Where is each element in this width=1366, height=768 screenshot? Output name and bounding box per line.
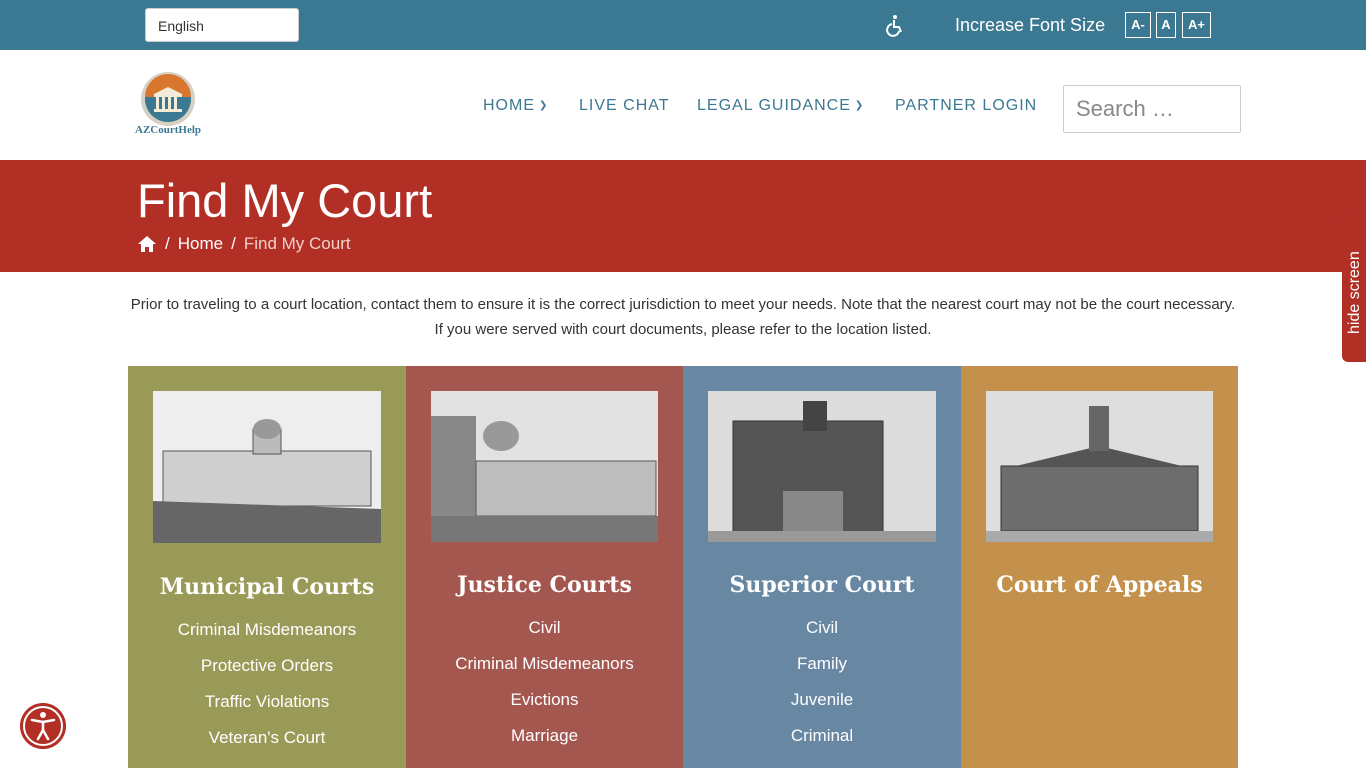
nav-live-chat-label: LIVE CHAT	[579, 97, 670, 114]
list-item[interactable]: Criminal Misdemeanors	[406, 646, 683, 682]
appeals-courthouse-image	[986, 391, 1213, 542]
list-item[interactable]: Civil	[406, 610, 683, 646]
list-item[interactable]: Civil	[683, 610, 961, 646]
superior-court-card[interactable]: Superior Court Civil Family Juvenile Cri…	[683, 366, 961, 768]
hide-screen-tab[interactable]: hide screen	[1342, 212, 1366, 362]
logo-text: AZCourtHelp	[135, 124, 201, 136]
superior-courthouse-image	[708, 391, 936, 542]
wheelchair-icon[interactable]	[884, 13, 908, 37]
font-reset-button[interactable]: A	[1156, 12, 1176, 38]
list-item[interactable]: Family	[683, 646, 961, 682]
search-input[interactable]: Search …	[1063, 85, 1241, 133]
list-item[interactable]: Juvenile	[683, 682, 961, 718]
breadcrumb-separator: /	[165, 234, 170, 253]
list-item[interactable]: Protective Orders	[128, 648, 406, 684]
breadcrumb-current: Find My Court	[243, 234, 351, 253]
accessibility-icon[interactable]	[20, 703, 66, 749]
municipal-courthouse-image	[153, 391, 381, 543]
increase-font-size-label: Increase Font Size	[955, 15, 1106, 35]
list-item[interactable]: Criminal Misdemeanors	[128, 612, 406, 648]
breadcrumb: / Home / Find My Court	[137, 234, 351, 254]
court-of-appeals-card[interactable]: Court of Appeals	[961, 366, 1238, 768]
nav-legal-guidance-label: LEGAL GUIDANCE	[697, 97, 851, 114]
nav-live-chat[interactable]: LIVE CHAT	[579, 97, 670, 115]
nav-home[interactable]: HOME ❯	[483, 97, 548, 115]
list-item[interactable]: Criminal	[683, 718, 961, 754]
breadcrumb-separator: /	[231, 234, 236, 253]
list-item[interactable]: Traffic Violations	[128, 684, 406, 720]
language-select[interactable]: English	[145, 8, 299, 42]
card-title[interactable]: Superior Court	[683, 572, 961, 598]
justice-courthouse-image	[431, 391, 658, 542]
breadcrumb-home-link[interactable]: Home	[178, 234, 223, 254]
nav-home-label: HOME	[483, 97, 535, 114]
card-title[interactable]: Municipal Courts	[128, 574, 406, 600]
card-title[interactable]: Court of Appeals	[961, 572, 1238, 598]
chevron-down-icon: ❯	[854, 100, 865, 111]
card-title[interactable]: Justice Courts	[406, 572, 683, 598]
nav-partner-login-label: PARTNER LOGIN	[895, 97, 1038, 114]
municipal-courts-card[interactable]: Municipal Courts Criminal Misdemeanors P…	[128, 366, 406, 768]
hide-screen-label: hide screen	[1346, 251, 1363, 334]
list-item[interactable]: Marriage	[406, 718, 683, 754]
nav-partner-login[interactable]: PARTNER LOGIN	[895, 97, 1037, 115]
page-title: Find My Court	[137, 174, 433, 227]
list-item[interactable]: Evictions	[406, 682, 683, 718]
nav-legal-guidance[interactable]: LEGAL GUIDANCE ❯	[697, 97, 864, 115]
font-increase-button[interactable]: A+	[1182, 12, 1211, 38]
justice-courts-card[interactable]: Justice Courts Civil Criminal Misdemeano…	[406, 366, 683, 768]
intro-text: Prior to traveling to a court location, …	[130, 296, 1236, 338]
home-icon[interactable]	[137, 235, 157, 253]
chevron-down-icon: ❯	[539, 100, 549, 111]
font-decrease-button[interactable]: A-	[1125, 12, 1151, 38]
list-item[interactable]: Veteran's Court	[128, 720, 406, 756]
